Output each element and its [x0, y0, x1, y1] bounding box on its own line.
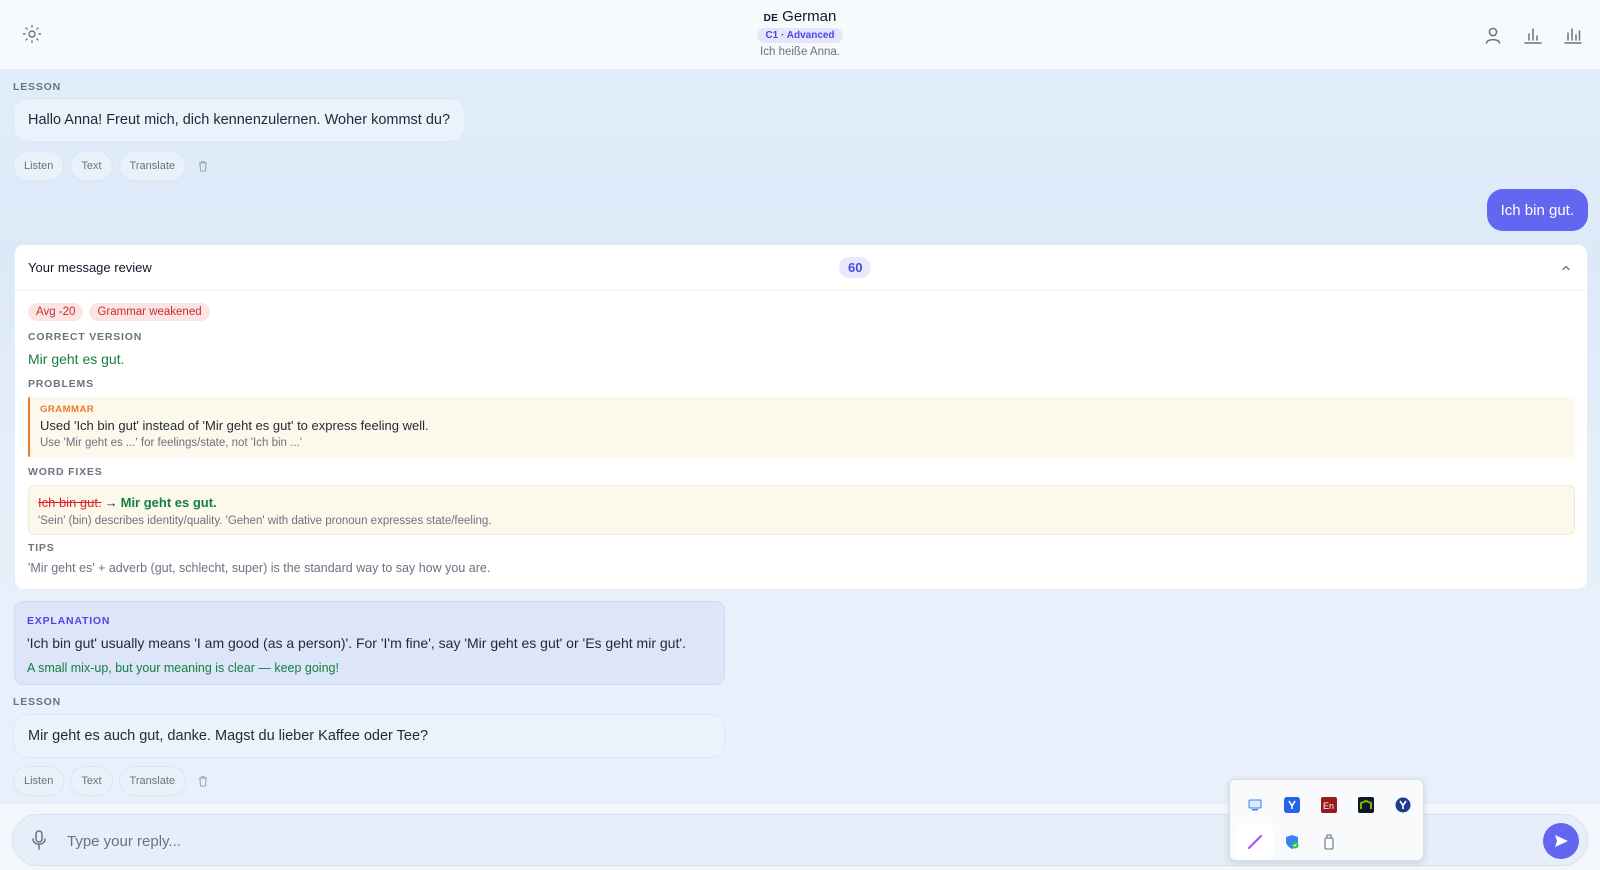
send-button[interactable] [1543, 823, 1579, 859]
system-tray-popup: En [1229, 779, 1424, 861]
avg-tag: Avg -20 [28, 303, 84, 321]
usb-drive-icon[interactable] [1310, 823, 1347, 860]
delete-button-2[interactable] [192, 766, 214, 796]
problem-text: Used 'Ich bin gut' instead of 'Mir geht … [40, 418, 429, 433]
pen-icon[interactable] [1236, 823, 1273, 860]
message-review-card: Your message review 60 Avg -20 Grammar w… [14, 244, 1588, 590]
language-code: DE [763, 13, 779, 24]
tips-label: TIPS [28, 542, 55, 554]
en-dictionary-icon[interactable]: En [1310, 786, 1347, 823]
review-title: Your message review [28, 260, 152, 275]
encouragement-text: A small mix-up, but your meaning is clea… [27, 661, 339, 675]
user-message: Ich bin gut. [1486, 189, 1588, 231]
listen-button-2[interactable]: Listen [13, 766, 65, 796]
lesson-label-2: LESSON [13, 696, 61, 708]
grammar-tag: Grammar weakened [89, 303, 210, 321]
word-fix-item: Ich bin gut. → Mir geht es gut. 'Sein' (bi… [28, 485, 1575, 535]
fix-old-text: Ich bin gut. [38, 495, 102, 510]
yandex-icon[interactable] [1273, 786, 1310, 823]
lesson-subtitle: Ich heiße Anna. [760, 46, 840, 58]
problem-item: GRAMMAR Used 'Ich bin gut' instead of 'M… [28, 397, 1575, 457]
progress-button[interactable] [1520, 22, 1546, 48]
fix-note: 'Sein' (bin) describes identity/quality.… [38, 515, 492, 527]
tip-text: 'Mir geht es' + adverb (gut, schlecht, s… [28, 561, 491, 575]
lesson-message-2: Mir geht es auch gut, danke. Magst du li… [13, 714, 725, 758]
user-icon [1485, 27, 1501, 44]
lesson-message-text: Hallo Anna! Freut mich, dich kennenzuler… [28, 112, 451, 128]
text-button[interactable]: Text [70, 151, 113, 181]
delete-button[interactable] [192, 151, 214, 181]
header-actions [1480, 22, 1586, 48]
collapse-button[interactable] [1557, 259, 1575, 277]
problem-type: GRAMMAR [40, 404, 95, 415]
fix-arrow: → [104, 495, 118, 510]
trash-icon [199, 776, 207, 787]
yandex-browser-icon[interactable] [1384, 786, 1421, 823]
level-badge: C1 · Advanced [757, 28, 843, 43]
problems-label: PROBLEMS [28, 378, 94, 390]
bar-chart-icon [1524, 28, 1542, 44]
trash-icon [199, 161, 207, 172]
profile-button[interactable] [1480, 22, 1506, 48]
explanation-text: 'Ich bin gut' usually means 'I am good (… [27, 635, 686, 651]
microphone-icon [32, 830, 46, 850]
language-info: DE German C1 · Advanced Ich heiße Anna. [0, 8, 1600, 58]
score-badge: 60 [839, 257, 872, 278]
send-icon [1555, 835, 1568, 847]
listen-button[interactable]: Listen [13, 151, 65, 181]
review-tags: Avg -20 Grammar weakened [28, 303, 210, 321]
problem-hint: Use 'Mir geht es ...' for feelings/state… [40, 437, 302, 449]
microphone-button[interactable] [27, 828, 51, 852]
fix-new-text: Mir geht es gut. [120, 495, 217, 510]
chevron-up-icon [1562, 265, 1570, 271]
language-name: German [782, 8, 837, 25]
stats-icon [1564, 28, 1582, 44]
lesson-label: LESSON [13, 81, 61, 93]
correct-version-label: CORRECT VERSION [28, 331, 143, 343]
text-button-2[interactable]: Text [70, 766, 113, 796]
top-header: DE German C1 · Advanced Ich heiße Anna. [0, 0, 1600, 70]
translate-button-2[interactable]: Translate [118, 766, 186, 796]
correct-version-text: Mir geht es gut. [28, 351, 125, 367]
message-actions-2: Listen Text Translate [13, 766, 214, 796]
remote-desktop-icon[interactable] [1236, 786, 1273, 823]
explanation-label: EXPLANATION [27, 615, 111, 627]
explanation-card: EXPLANATION 'Ich bin gut' usually means … [14, 601, 725, 685]
security-shield-icon[interactable] [1273, 823, 1310, 860]
translate-button[interactable]: Translate [118, 151, 186, 181]
lesson-message: Hallo Anna! Freut mich, dich kennenzuler… [13, 98, 466, 142]
nvidia-icon[interactable] [1347, 786, 1384, 823]
lesson-message-2-text: Mir geht es auch gut, danke. Magst du li… [28, 728, 429, 744]
word-fixes-label: WORD FIXES [28, 466, 103, 478]
stats-button[interactable] [1560, 22, 1586, 48]
message-actions: Listen Text Translate [13, 151, 214, 181]
svg-text:En: En [1323, 801, 1334, 811]
review-header[interactable]: Your message review 60 [15, 245, 1587, 291]
